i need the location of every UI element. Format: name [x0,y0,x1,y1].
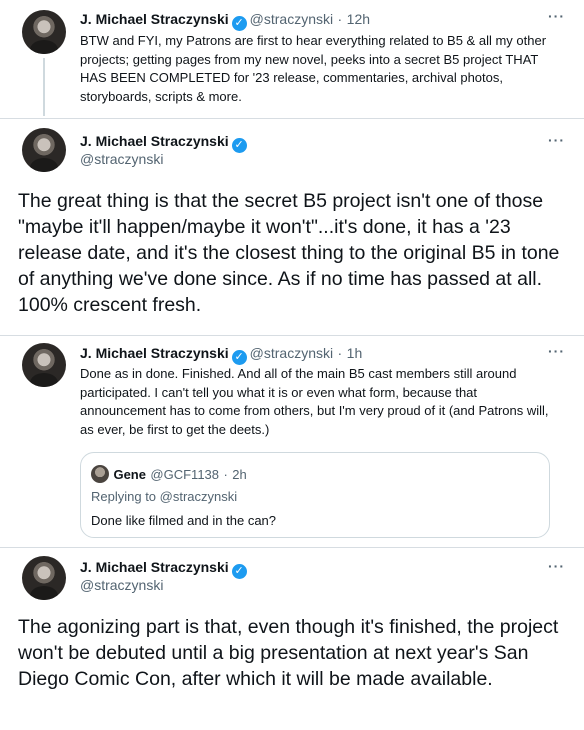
tweet-text: The great thing is that the secret B5 pr… [18,190,560,316]
divider [0,547,584,548]
tweet-text: The agonizing part is that, even though … [18,616,559,690]
tweet-text: Done as in done. Finished. And all of th… [80,366,549,437]
author-handle[interactable]: @straczynski [250,345,333,361]
separator-dot: · [223,467,228,482]
tweet-header: J. Michael Straczynski ✓ @straczynski · 1h [80,345,362,365]
more-options-icon[interactable]: ··· [548,132,565,148]
author-name[interactable]: J. Michael Straczynski [80,559,229,575]
author-name[interactable]: J. Michael Straczynski [80,133,229,149]
verified-badge-icon: ✓ [231,16,247,31]
divider [0,118,584,119]
more-options-icon[interactable]: ··· [548,343,565,359]
avatar[interactable] [22,128,66,172]
more-options-icon[interactable]: ··· [548,558,565,574]
tweet-text: BTW and FYI, my Patrons are first to hea… [80,33,547,104]
author-handle[interactable]: @straczynski [80,151,163,167]
quoted-tweet-text: Done like filmed and in the can? [91,513,277,528]
timestamp[interactable]: 1h [347,345,363,361]
avatar[interactable] [22,556,66,600]
quoted-avatar[interactable] [91,465,109,483]
tweet-header: J. Michael Straczynski ✓ @straczynski · 12… [80,11,370,31]
verified-badge-icon: ✓ [231,138,247,153]
verified-badge-icon: ✓ [231,564,247,579]
thread-line [43,58,45,116]
tweet-header: J. Michael Straczynski ✓ [80,559,250,579]
author-handle[interactable]: @straczynski [250,11,333,27]
timestamp[interactable]: 12h [347,11,370,27]
replying-to-label: Replying to @straczynski [91,489,238,504]
author-name[interactable]: J. Michael Straczynski [80,11,229,27]
separator-dot: · [337,11,343,27]
quoted-author-handle[interactable]: @GCF1138 [150,467,219,482]
avatar[interactable] [22,10,66,54]
divider [0,335,584,336]
separator-dot: · [337,345,343,361]
quoted-tweet-card[interactable]: Gene @GCF1138 · 2h Replying to @straczyn… [80,452,550,538]
quoted-author-name[interactable]: Gene [113,467,146,482]
verified-badge-icon: ✓ [231,350,247,365]
author-name[interactable]: J. Michael Straczynski [80,345,229,361]
tweet-header: J. Michael Straczynski ✓ [80,133,250,153]
author-handle[interactable]: @straczynski [80,577,163,593]
quoted-timestamp[interactable]: 2h [232,467,246,482]
more-options-icon[interactable]: ··· [548,8,565,24]
quoted-tweet-header: Gene @GCF1138 · 2h [91,465,247,484]
avatar[interactable] [22,343,66,387]
